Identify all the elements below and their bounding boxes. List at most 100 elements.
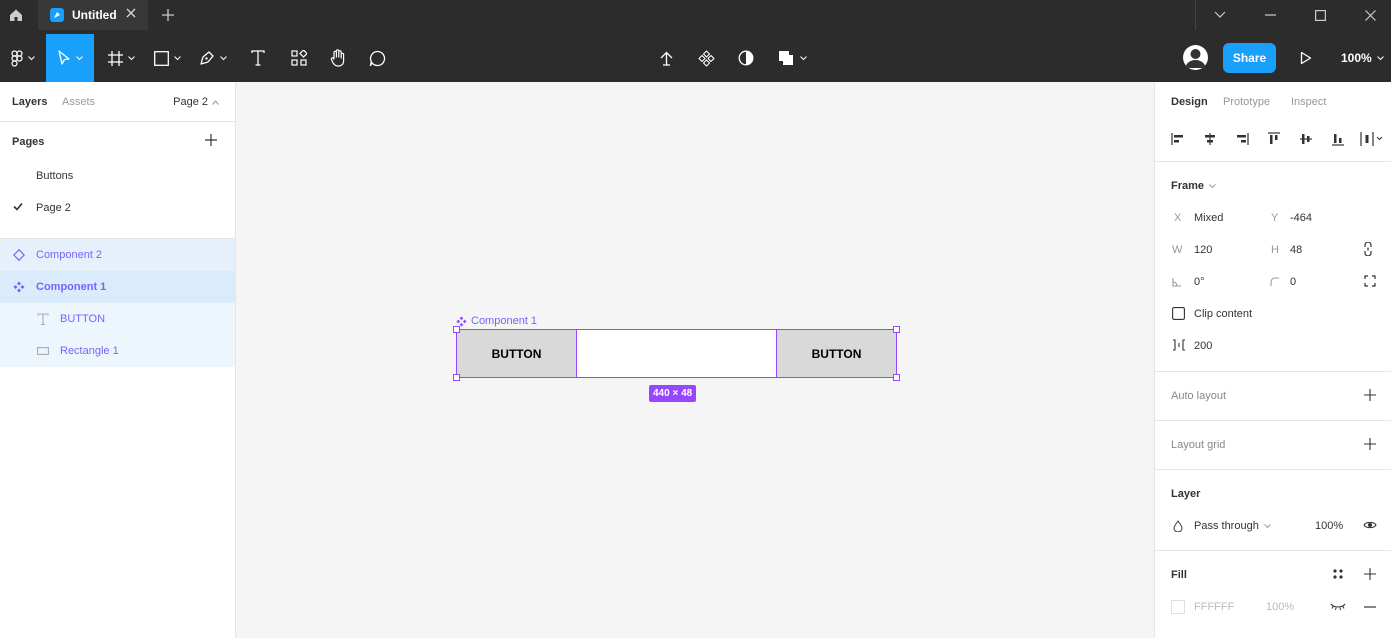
present-button[interactable] (1292, 34, 1320, 82)
chevron-down-icon (1263, 523, 1271, 528)
align-vertical-center-icon[interactable] (1297, 130, 1315, 148)
rectangle-layer-icon (37, 347, 49, 355)
create-component-button[interactable] (692, 34, 720, 82)
move-tool-button[interactable] (46, 34, 94, 82)
minimize-button[interactable] (1245, 0, 1295, 30)
tab-assets[interactable]: Assets (62, 96, 95, 108)
pen-icon (200, 51, 214, 65)
style-picker-icon[interactable] (1332, 568, 1344, 580)
blend-mode-select[interactable]: Pass through (1194, 520, 1271, 532)
zoom-menu[interactable]: 100% (1341, 34, 1384, 82)
size-badge: 440 × 48 (649, 385, 697, 402)
add-fill-icon[interactable] (1364, 568, 1376, 580)
frame-label[interactable]: Component 1 (456, 315, 537, 327)
page-item-page-2[interactable]: Page 2 (0, 192, 235, 224)
frame-tool-button[interactable] (100, 34, 142, 82)
fill-title: Fill (1171, 569, 1187, 581)
left-button-rect[interactable]: BUTTON (457, 330, 577, 377)
canvas[interactable]: Component 1 BUTTON BUTTON 440 × 48 (237, 82, 1154, 638)
component-instance-icon (13, 249, 25, 261)
width-field[interactable]: 120 (1194, 244, 1212, 256)
add-layout-grid-icon[interactable] (1364, 438, 1376, 450)
tab-prototype[interactable]: Prototype (1223, 96, 1270, 108)
file-tab-title: Untitled (72, 8, 117, 22)
layer-label: Component 2 (36, 249, 103, 261)
layer-rectangle-1[interactable]: Rectangle 1 (0, 335, 235, 367)
chevron-down-icon (1376, 55, 1384, 60)
eye-icon[interactable] (1363, 520, 1377, 530)
auto-layout-title: Auto layout (1171, 390, 1227, 402)
add-page-icon[interactable] (205, 134, 217, 146)
main-menu-button[interactable] (0, 34, 46, 82)
page-item-buttons[interactable]: Buttons (0, 160, 235, 192)
distribute-spacing-icon[interactable] (1359, 130, 1385, 148)
home-icon[interactable] (0, 0, 32, 30)
component-1-frame[interactable]: BUTTON BUTTON (456, 329, 897, 378)
align-bottom-icon[interactable] (1329, 130, 1347, 148)
close-window-button[interactable] (1345, 0, 1391, 30)
add-auto-layout-icon[interactable] (1364, 389, 1376, 401)
go-to-main-component-icon (660, 51, 672, 66)
fill-swatch[interactable] (1171, 600, 1185, 614)
pen-tool-button[interactable] (192, 34, 234, 82)
fill-opacity-field[interactable]: 100% (1266, 601, 1294, 613)
rotation-icon (1172, 277, 1182, 287)
cursor-icon (58, 50, 70, 65)
item-spacing-field[interactable]: 200 (1194, 340, 1212, 352)
independent-corners-icon[interactable] (1364, 275, 1376, 287)
align-left-icon[interactable] (1169, 130, 1187, 148)
user-avatar[interactable] (1183, 45, 1208, 70)
page-selector[interactable]: Page 2 (173, 96, 219, 108)
boolean-groups-button[interactable] (772, 34, 812, 82)
layer-component-1[interactable]: Component 1 (0, 271, 235, 303)
resize-handle-top-left[interactable] (453, 326, 460, 333)
resize-handle-bottom-left[interactable] (453, 374, 460, 381)
align-horizontal-center-icon[interactable] (1201, 130, 1219, 148)
layer-component-2[interactable]: Component 2 (0, 239, 235, 271)
resize-handle-top-right[interactable] (893, 326, 900, 333)
frame-icon (107, 50, 123, 66)
resize-handle-bottom-right[interactable] (893, 374, 900, 381)
rotation-field[interactable]: 0° (1194, 276, 1205, 288)
y-field[interactable]: -464 (1290, 212, 1312, 224)
x-field[interactable]: Mixed (1194, 212, 1223, 224)
page-item-label: Buttons (36, 170, 74, 182)
align-top-icon[interactable] (1265, 130, 1283, 148)
close-tab-icon[interactable] (126, 8, 136, 18)
alignment-bar (1155, 122, 1391, 162)
right-button-rect[interactable]: BUTTON (776, 330, 896, 377)
blend-mode-icon (1173, 520, 1183, 532)
layout-grid-title: Layout grid (1171, 439, 1226, 451)
tab-design[interactable]: Design (1171, 96, 1208, 108)
height-field[interactable]: 48 (1290, 244, 1302, 256)
fill-hex-field[interactable]: FFFFFF (1194, 601, 1234, 613)
chevron-down-icon (127, 55, 135, 60)
clip-content-checkbox[interactable] (1172, 307, 1185, 320)
detach-instance-button[interactable] (652, 34, 680, 82)
share-button[interactable]: Share (1223, 43, 1276, 73)
constrain-proportions-icon[interactable] (1363, 242, 1373, 256)
chevron-down-icon (1209, 183, 1216, 188)
layer-opacity-field[interactable]: 100% (1315, 520, 1343, 532)
right-panel: Design Prototype Inspect Frame X Mixed Y… (1154, 82, 1391, 638)
file-tab[interactable]: Untitled (38, 0, 148, 30)
comment-tool-button[interactable] (362, 34, 392, 82)
corner-radius-field[interactable]: 0 (1290, 276, 1296, 288)
remove-fill-icon[interactable] (1364, 606, 1376, 608)
chevron-down-icon[interactable] (1195, 0, 1245, 30)
tab-layers[interactable]: Layers (12, 96, 47, 108)
text-tool-button[interactable] (244, 34, 272, 82)
new-tab-button[interactable] (158, 6, 178, 24)
frame-section-header[interactable]: Frame (1171, 180, 1216, 192)
resources-tool-button[interactable] (284, 34, 314, 82)
hand-tool-button[interactable] (322, 34, 354, 82)
shape-tool-button[interactable] (146, 34, 188, 82)
mask-button[interactable] (732, 34, 760, 82)
align-right-icon[interactable] (1233, 130, 1251, 148)
chevron-down-icon (173, 55, 181, 60)
eye-closed-icon[interactable] (1330, 601, 1346, 611)
tab-inspect[interactable]: Inspect (1291, 96, 1326, 108)
maximize-button[interactable] (1295, 0, 1345, 30)
layer-button-text[interactable]: BUTTON (0, 303, 235, 335)
layer-label: Rectangle 1 (60, 345, 119, 357)
